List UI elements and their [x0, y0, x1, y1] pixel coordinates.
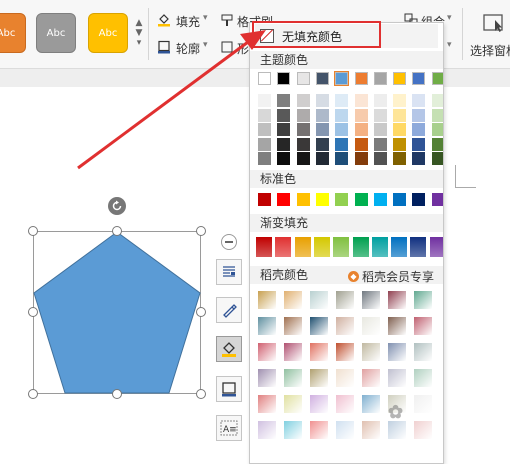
- watermark: ✿: [388, 398, 498, 444]
- annotation-arrow: [77, 30, 266, 170]
- baidu-paw-icon: ✿: [388, 402, 404, 422]
